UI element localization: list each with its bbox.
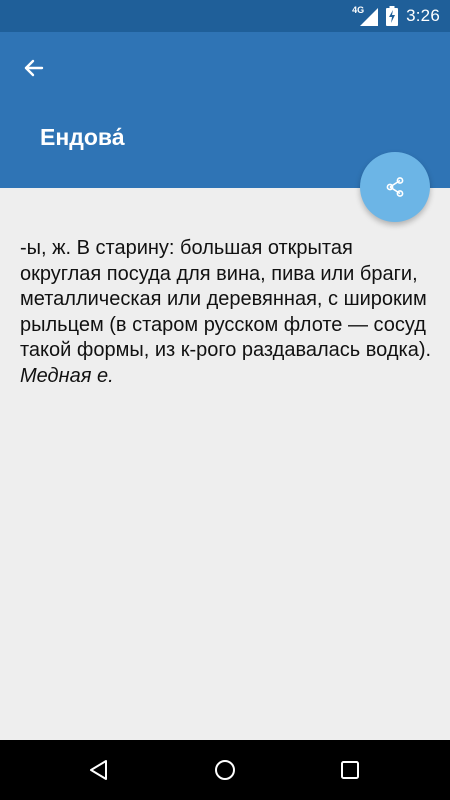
nav-recents-button[interactable] (315, 740, 385, 800)
arrow-back-icon (24, 59, 44, 77)
network-indicator: 4G (352, 5, 379, 26)
usage-example: Медная е. (20, 364, 114, 387)
back-triangle-icon (90, 760, 107, 780)
definition-body: -ы, ж. В старину: большая открытая округ… (20, 237, 432, 361)
nav-home-button[interactable] (190, 740, 260, 800)
home-circle-icon (215, 760, 235, 780)
battery-charging-icon (386, 6, 399, 26)
clock: 3:26 (406, 6, 440, 25)
navigation-bar (0, 740, 450, 800)
signal-icon (360, 8, 379, 26)
back-button[interactable] (14, 48, 54, 88)
definition-content: -ы, ж. В старину: большая открытая округ… (20, 236, 432, 389)
share-button[interactable] (360, 152, 430, 222)
share-icon (386, 177, 404, 197)
definition-text: -ы, ж. В старину: большая открытая округ… (20, 236, 432, 389)
recents-square-icon (341, 761, 359, 779)
status-icons: 4G 3:26 (352, 0, 440, 32)
nav-back-button[interactable] (64, 740, 134, 800)
page-title: Ендова́ (40, 124, 125, 150)
status-bar: 4G 3:26 (0, 0, 450, 32)
